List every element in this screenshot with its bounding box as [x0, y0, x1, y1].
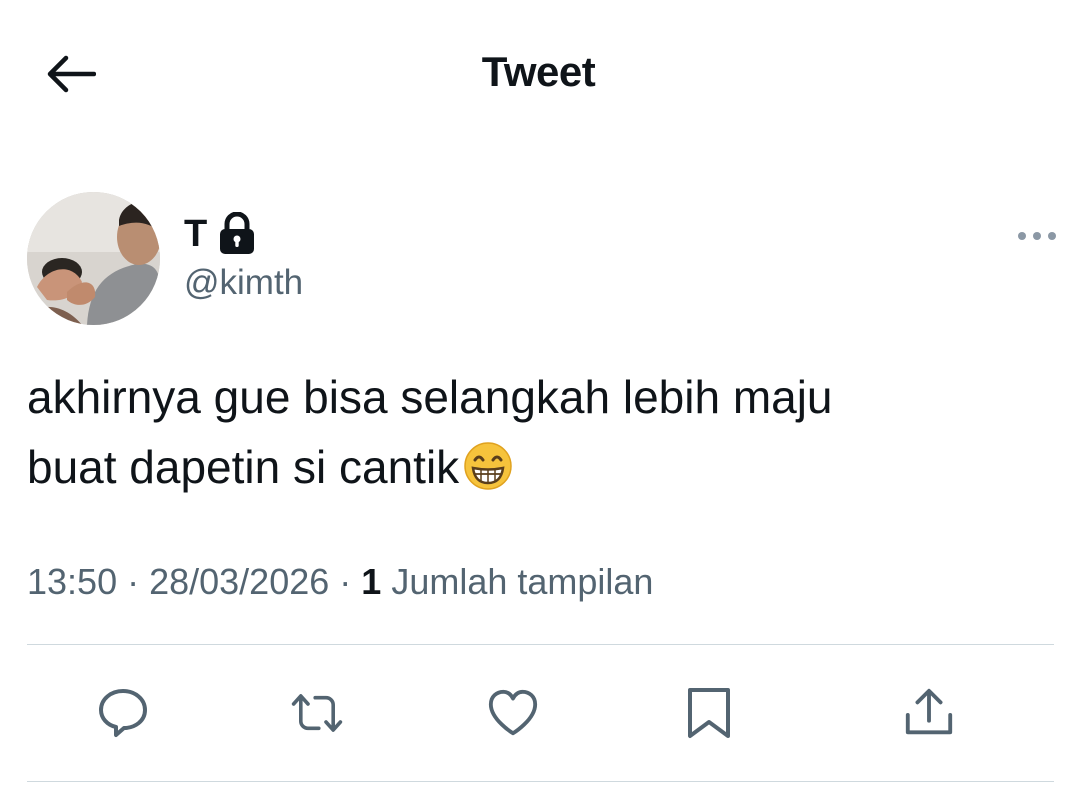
reply-icon	[99, 689, 147, 737]
divider	[27, 644, 1054, 645]
bookmark-button[interactable]	[682, 686, 736, 740]
share-icon	[905, 688, 953, 735]
retweet-icon	[291, 694, 343, 732]
meta-separator: ·	[329, 561, 362, 602]
username[interactable]: @kimth	[184, 263, 303, 303]
reply-button[interactable]	[96, 686, 150, 740]
view-label: Jumlah tampilan	[381, 561, 654, 602]
avatar[interactable]	[27, 192, 160, 325]
more-horizontal-icon	[1018, 232, 1056, 240]
grinning-face-emoji-icon	[463, 440, 513, 510]
view-count: 1	[361, 561, 382, 602]
like-button[interactable]	[486, 686, 540, 740]
tweet-text: akhirnya gue bisa selangkah lebih maju b…	[27, 362, 1027, 510]
bookmark-icon	[688, 688, 730, 738]
display-name[interactable]: T	[184, 210, 207, 258]
tweet-text-line-2: buat dapetin si cantik	[27, 432, 1027, 510]
tweet-date[interactable]: 28/03/2026	[149, 561, 329, 602]
author-name-row[interactable]: T	[184, 210, 257, 258]
more-options-button[interactable]	[1012, 222, 1062, 250]
tweet-meta: 13:50 · 28/03/2026 · 1 Jumlah tampilan	[27, 561, 653, 603]
tweet-text-line-1: akhirnya gue bisa selangkah lebih maju	[27, 371, 833, 423]
share-button[interactable]	[902, 686, 956, 740]
tweet-time[interactable]: 13:50	[27, 561, 117, 602]
divider	[27, 781, 1054, 782]
page-title: Tweet	[481, 48, 596, 95]
meta-separator: ·	[117, 561, 150, 602]
avatar-photo	[27, 192, 160, 325]
tweet-detail-page: Tweet T @kimth akhirnya gue bisa selangk…	[0, 0, 1077, 797]
like-icon	[488, 689, 538, 736]
tweet-text-line-2-text: buat dapetin si cantik	[27, 441, 460, 493]
lock-icon	[217, 212, 257, 256]
retweet-button[interactable]	[290, 686, 344, 740]
